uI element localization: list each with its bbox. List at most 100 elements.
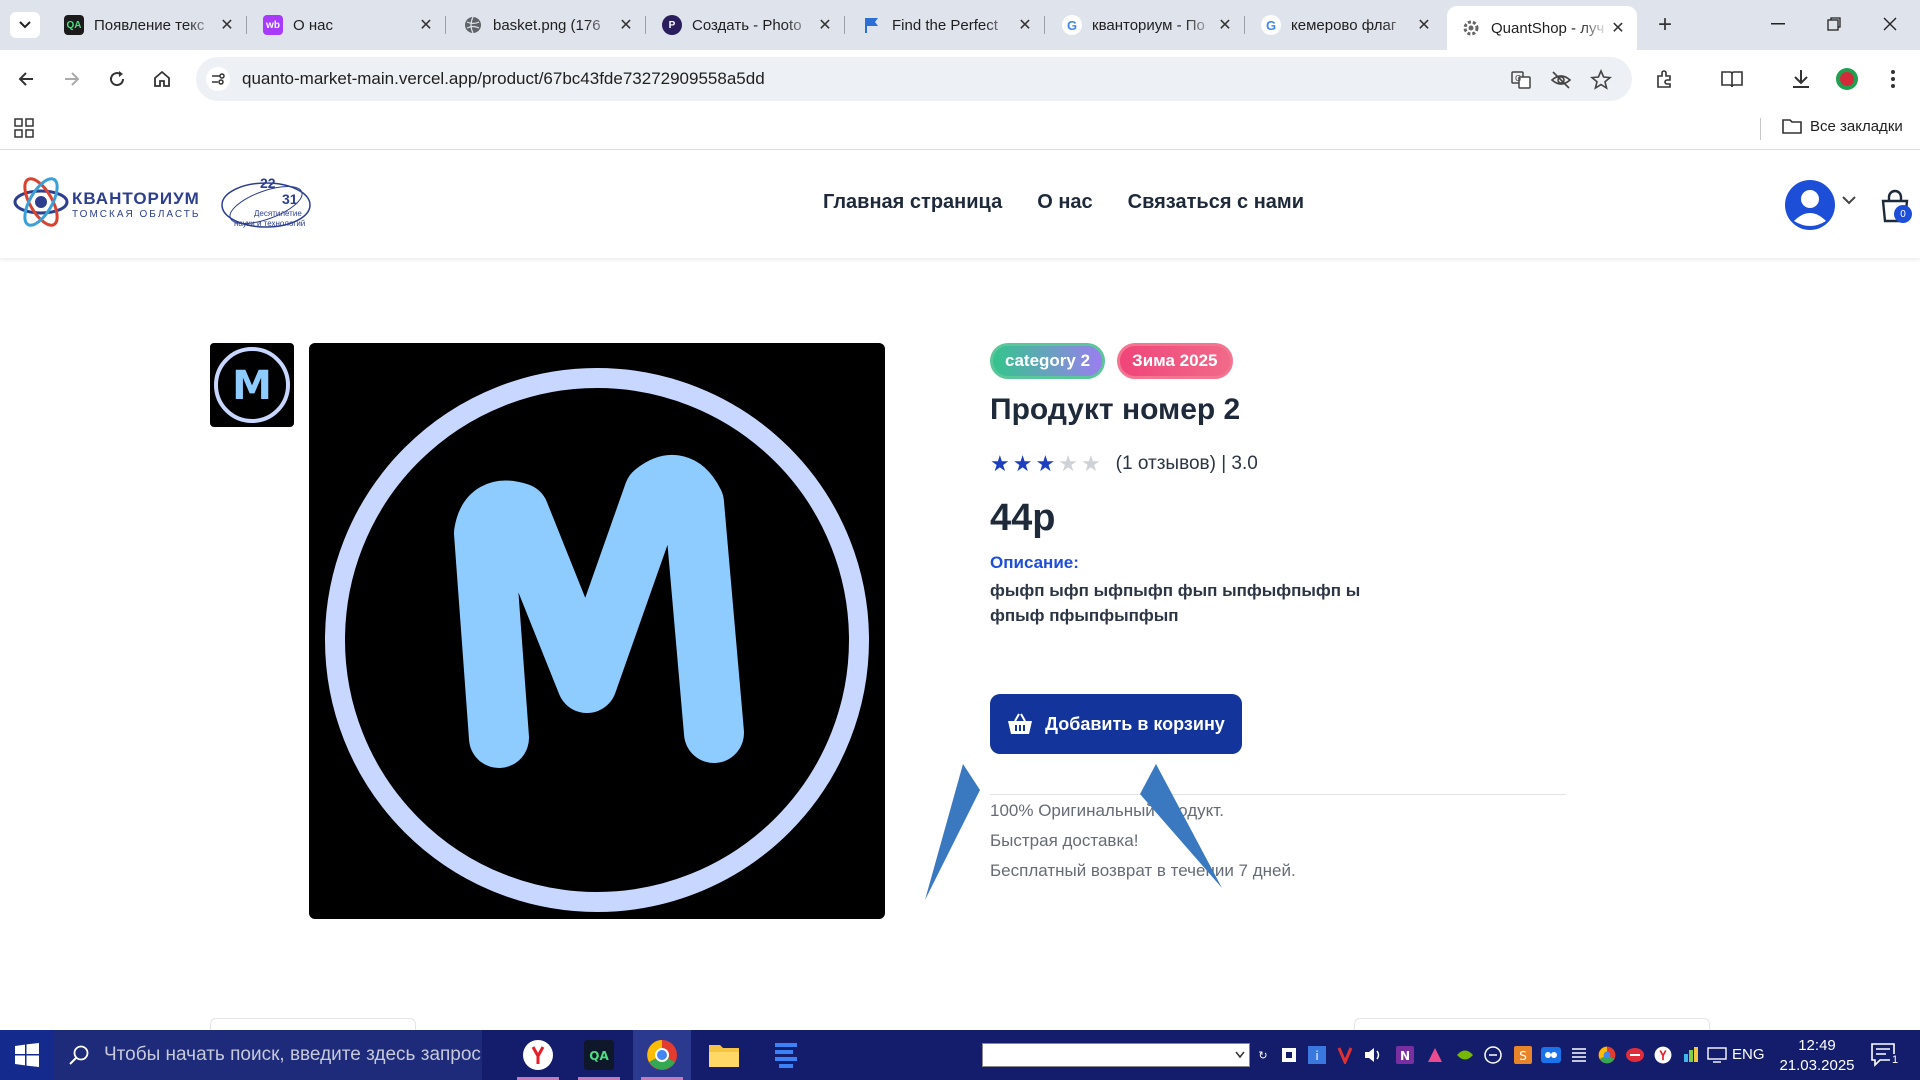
volume-icon[interactable] — [1362, 1044, 1384, 1066]
all-bookmarks-button[interactable]: Все закладки — [1782, 117, 1903, 135]
download-icon[interactable] — [1788, 66, 1814, 92]
close-tab-icon[interactable]: ✕ — [417, 16, 435, 34]
nav-about-link[interactable]: О нас — [1037, 191, 1092, 214]
network-icon[interactable] — [1706, 1044, 1728, 1066]
tab-title: Появление текс — [94, 16, 205, 34]
home-icon — [154, 70, 170, 87]
nav-home-link[interactable]: Главная страница — [823, 191, 1002, 214]
onenote-icon[interactable]: N — [1394, 1044, 1416, 1066]
chrome-tray-icon[interactable] — [1596, 1044, 1618, 1066]
close-window-button[interactable] — [1870, 8, 1910, 40]
main-navigation: Главная страница О нас Связаться с нами — [823, 191, 1304, 214]
forward-button[interactable] — [58, 65, 86, 93]
home-button[interactable] — [148, 65, 176, 93]
tray-app-icon[interactable] — [1540, 1044, 1562, 1066]
yandex-tray-icon[interactable] — [1652, 1044, 1674, 1066]
url-text[interactable]: quanto-market-main.vercel.app/product/67… — [242, 69, 765, 89]
nvidia-icon[interactable] — [1454, 1044, 1476, 1066]
product-price: 44р — [990, 497, 1056, 539]
profile-avatar[interactable] — [1834, 66, 1860, 92]
antivirus-icon[interactable] — [1334, 1044, 1356, 1066]
reading-list-icon[interactable] — [1719, 66, 1745, 92]
arrow-left-icon — [925, 764, 980, 900]
annotation-arrows — [925, 764, 1222, 900]
product-main-image — [309, 343, 885, 919]
restore-icon — [1827, 17, 1841, 31]
chrome-app[interactable] — [633, 1030, 691, 1080]
minimize-icon — [1771, 23, 1785, 25]
chevron-down-icon[interactable] — [1842, 195, 1856, 205]
taskbar-search[interactable]: Чтобы начать поиск, введите здесь запрос — [54, 1030, 482, 1080]
add-to-cart-label: Добавить в корзину — [1045, 713, 1225, 734]
browser-tab[interactable]: QA Появление текс ✕ — [50, 6, 247, 44]
browser-menu-icon[interactable] — [1880, 66, 1906, 92]
minimize-button[interactable] — [1758, 8, 1798, 40]
close-tab-icon[interactable]: ✕ — [816, 16, 834, 34]
translate-icon[interactable]: G — [1510, 69, 1532, 91]
google-icon: G — [1062, 15, 1082, 35]
refresh-icon[interactable]: ↻ — [1252, 1044, 1274, 1066]
tray-app-icon[interactable] — [1568, 1044, 1590, 1066]
bookmark-star-icon[interactable] — [1590, 69, 1612, 91]
info-icon[interactable]: i — [1306, 1044, 1328, 1066]
language-indicator[interactable]: ENG — [1732, 1046, 1765, 1063]
close-tab-icon[interactable]: ✕ — [1609, 19, 1627, 37]
restore-button[interactable] — [1814, 8, 1854, 40]
reviews-count[interactable]: (1 отзывов) | 3.0 — [1116, 453, 1258, 475]
new-tab-button[interactable]: + — [1652, 11, 1678, 38]
windows-taskbar: Чтобы начать поиск, введите здесь запрос… — [0, 1030, 1920, 1080]
browser-tab[interactable]: G кванториум - По ✕ — [1048, 6, 1245, 44]
browser-tab[interactable]: wb О нас ✕ — [249, 6, 446, 44]
notifications-button[interactable]: 1 — [1870, 1042, 1901, 1073]
svg-text:QA: QA — [589, 1049, 609, 1063]
browser-tab[interactable]: G кемерово флаг ✕ — [1247, 6, 1443, 44]
wb-favicon-icon: wb — [263, 15, 283, 35]
close-tab-icon[interactable]: ✕ — [1415, 16, 1433, 34]
star-filled-icon: ★ — [1012, 451, 1033, 476]
tab-title: Создать - Photo — [692, 16, 802, 34]
eye-off-icon[interactable] — [1550, 69, 1572, 91]
site-info-icon[interactable] — [206, 67, 230, 91]
yandex-browser-app[interactable] — [509, 1030, 567, 1080]
season-tag[interactable]: Зима 2025 — [1117, 343, 1233, 379]
star-filled-icon: ★ — [990, 451, 1010, 476]
tab-title: QuantShop - луч — [1491, 19, 1605, 37]
tray-app-icon[interactable] — [1680, 1044, 1702, 1066]
back-button[interactable] — [12, 65, 40, 93]
site-logo[interactable]: КВАНТОРИУМ ТОМСКАЯ ОБЛАСТЬ 22 31 Десятил… — [12, 171, 312, 237]
category-tag[interactable]: category 2 — [990, 343, 1106, 379]
address-bar[interactable]: quanto-market-main.vercel.app/product/67… — [196, 57, 1632, 101]
browser-tab[interactable]: Find the Perfect ✕ — [848, 6, 1045, 44]
browser-toolbar: quanto-market-main.vercel.app/product/67… — [0, 50, 1920, 108]
gear-icon — [1461, 18, 1481, 38]
user-avatar-icon[interactable] — [1784, 179, 1836, 231]
nav-contact-link[interactable]: Связаться с нами — [1128, 191, 1304, 214]
reload-button[interactable] — [103, 65, 131, 93]
tab-search-button[interactable] — [10, 12, 40, 38]
tray-app-icon[interactable] — [1424, 1044, 1446, 1066]
tray-app-icon[interactable] — [1278, 1044, 1300, 1066]
extensions-icon[interactable] — [1652, 66, 1678, 92]
taskbar-address-input[interactable] — [982, 1043, 1250, 1067]
apps-grid-icon[interactable] — [14, 118, 34, 143]
close-tab-icon[interactable]: ✕ — [1216, 16, 1234, 34]
close-tab-icon[interactable]: ✕ — [617, 16, 635, 34]
qa-app-icon: QA — [584, 1040, 614, 1070]
start-button[interactable] — [0, 1030, 54, 1080]
browser-tab-active[interactable]: QuantShop - луч ✕ — [1447, 6, 1637, 50]
browser-tab[interactable]: basket.png (176 ✕ — [449, 6, 646, 44]
browser-tab[interactable]: P Создать - Photo ✕ — [648, 6, 845, 44]
add-to-cart-button[interactable]: Добавить в корзину — [990, 694, 1242, 754]
tab-title: кванториум - По — [1092, 16, 1205, 34]
file-explorer-app[interactable] — [695, 1030, 753, 1080]
qa-app[interactable]: QA — [570, 1030, 628, 1080]
close-tab-icon[interactable]: ✕ — [218, 16, 236, 34]
close-tab-icon[interactable]: ✕ — [1016, 16, 1034, 34]
code-editor-app[interactable] — [757, 1030, 815, 1080]
tray-app-icon[interactable] — [1624, 1044, 1646, 1066]
taskbar-clock[interactable]: 12:49 21.03.2025 — [1772, 1036, 1862, 1076]
product-thumbnail[interactable]: M — [210, 343, 294, 427]
tray-app-icon[interactable]: S — [1512, 1044, 1534, 1066]
tray-app-icon[interactable] — [1482, 1044, 1504, 1066]
svg-text:i: i — [1315, 1049, 1318, 1063]
